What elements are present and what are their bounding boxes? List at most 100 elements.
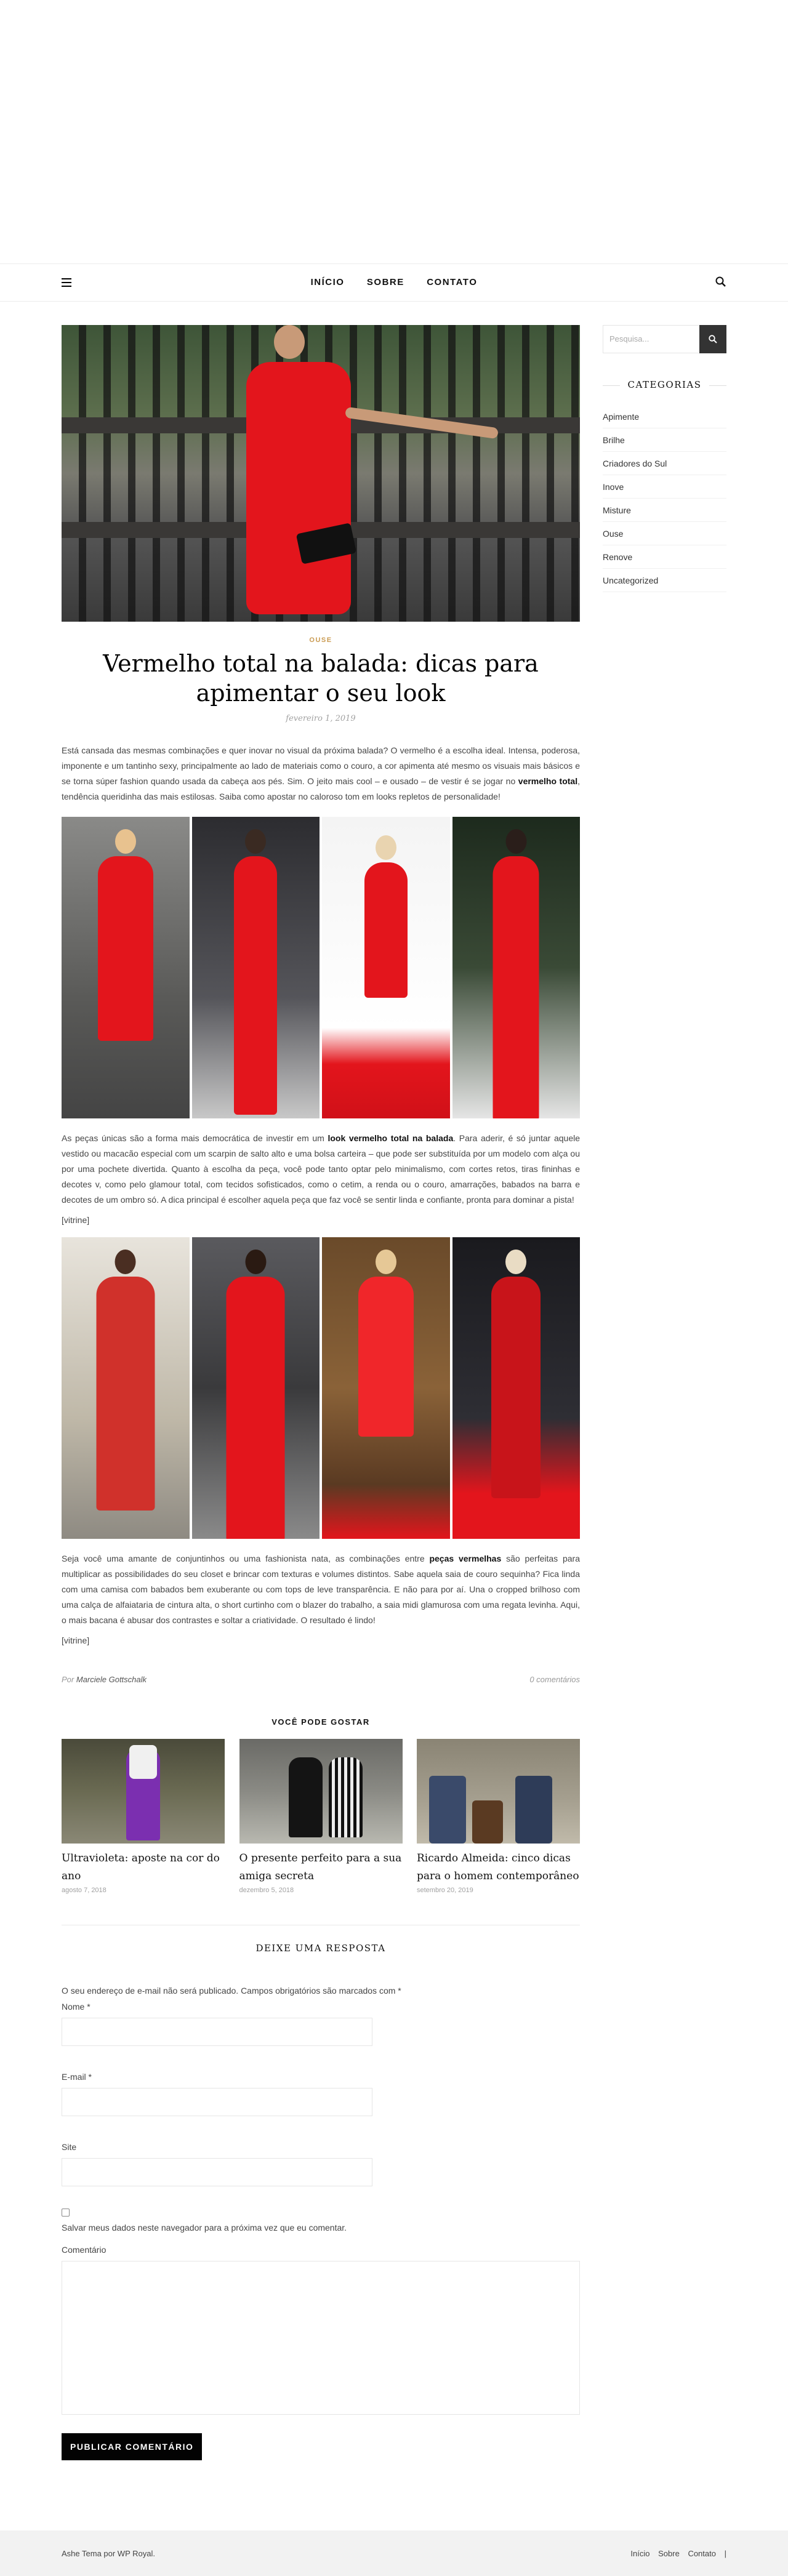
model-figure [358, 1250, 414, 1437]
name-input[interactable] [62, 2018, 372, 2046]
post-article: OUSE Vermelho total na balada: dicas par… [62, 325, 580, 2460]
white-top [129, 1745, 157, 1779]
site-field-group: Site [62, 2142, 580, 2186]
model-figure [234, 829, 278, 1115]
categories-heading: CATEGORIAS [603, 379, 726, 390]
related-post-date: dezembro 5, 2018 [239, 1887, 294, 1894]
related-thumbnail[interactable] [239, 1739, 403, 1844]
comment-textarea[interactable] [62, 2261, 580, 2415]
nav-sobre[interactable]: SOBRE [367, 264, 404, 301]
post-paragraph-1: Está cansada das mesmas combinações e qu… [62, 745, 580, 801]
model-figure [491, 1250, 541, 1498]
collage-photo [191, 1237, 320, 1539]
comments-count-link[interactable]: 0 comentários [529, 1675, 580, 1684]
collage-photo [452, 1237, 580, 1539]
post-meta: Por Marciele Gottschalk 0 comentários [62, 1675, 580, 1684]
related-post-3[interactable]: Ricardo Almeida: cinco dicas para o home… [417, 1739, 580, 1894]
red-dress [246, 362, 351, 614]
related-thumbnail[interactable] [62, 1739, 225, 1844]
striped-outfit [328, 1757, 363, 1837]
comment-label: Comentário [62, 2245, 107, 2255]
submit-comment-button[interactable]: PUBLICAR COMENTÁRIO [62, 2433, 203, 2460]
featured-image[interactable] [62, 325, 580, 622]
vitrine-placeholder: [vitrine] [62, 1215, 90, 1225]
footer-separator: | [724, 2549, 726, 2558]
model-figure [364, 835, 408, 998]
collage-image-1[interactable] [62, 817, 580, 1118]
sidebar-search-input[interactable]: Pesquisa... [603, 325, 699, 353]
category-inove[interactable]: Inove [603, 475, 726, 499]
related-posts: Ultravioleta: aposte na cor do ano agost… [62, 1739, 580, 1894]
category-brilhe[interactable]: Brilhe [603, 428, 726, 452]
category-criadores-do-sul[interactable]: Criadores do Sul [603, 452, 726, 475]
footer-links: Início Sobre Contato | [624, 2549, 726, 2558]
save-info-label: Salvar meus dados neste navegador para a… [62, 2223, 347, 2233]
sidebar-search: Pesquisa... [603, 325, 726, 353]
collage-photo [62, 1237, 190, 1539]
collage-photo [62, 817, 190, 1118]
category-uncategorized[interactable]: Uncategorized [603, 569, 726, 592]
post-title: Vermelho total na balada: dicas para api… [103, 650, 539, 707]
category-misture[interactable]: Misture [603, 499, 726, 522]
category-renove[interactable]: Renove [603, 545, 726, 569]
search-icon[interactable] [715, 276, 726, 287]
model-figure [96, 1250, 155, 1511]
email-label: E-mail * [62, 2072, 92, 2082]
nav-inicio[interactable]: INÍCIO [311, 264, 345, 301]
main-menu: INÍCIO SOBRE CONTATO [0, 264, 788, 301]
category-apimente[interactable]: Apimente [603, 405, 726, 428]
related-post-title[interactable]: Ricardo Almeida: cinco dicas para o home… [417, 1850, 580, 1885]
top-navbar: INÍCIO SOBRE CONTATO [0, 263, 788, 302]
sidebar-search-button[interactable] [699, 325, 726, 353]
email-field-group: E-mail * [62, 2072, 580, 2116]
collage-photo [322, 1237, 450, 1539]
vitrine-placeholder: [vitrine] [62, 1635, 90, 1645]
category-ouse[interactable]: Ouse [603, 522, 726, 545]
denim-legs [515, 1776, 552, 1844]
model-figure [226, 1250, 285, 1539]
name-label: Nome * [62, 2002, 90, 2012]
site-input[interactable] [62, 2158, 372, 2186]
nav-contato[interactable]: CONTATO [427, 264, 477, 301]
related-post-title[interactable]: Ultravioleta: aposte na cor do ano [62, 1850, 225, 1885]
search-icon [709, 335, 717, 343]
related-post-date: setembro 20, 2019 [417, 1887, 473, 1894]
post-date: fevereiro 1, 2019 [286, 714, 356, 723]
post-author-link[interactable]: Marciele Gottschalk [76, 1675, 147, 1684]
related-heading: VOCÊ PODE GOSTAR [271, 1717, 370, 1727]
save-info-checkbox[interactable] [62, 2209, 70, 2217]
reply-heading: DEIXE UMA RESPOSTA [255, 1943, 386, 1954]
post-author-line: Por Marciele Gottschalk [62, 1675, 147, 1684]
model-figure [97, 829, 153, 1041]
footer-link-contato[interactable]: Contato [688, 2549, 716, 2558]
email-input[interactable] [62, 2088, 372, 2116]
related-post-date: agosto 7, 2018 [62, 1887, 107, 1894]
leather-shoes [472, 1800, 503, 1844]
model-head [274, 325, 305, 359]
collage-image-2[interactable] [62, 1237, 580, 1539]
post-paragraph-3: Seja você uma amante de conjuntinhos ou … [62, 1554, 581, 1625]
site-label: Site [62, 2142, 77, 2152]
name-field-group: Nome * [62, 2002, 580, 2046]
footer-link-sobre[interactable]: Sobre [658, 2549, 680, 2558]
footer-link-inicio[interactable]: Início [630, 2549, 649, 2558]
sidebar: Pesquisa... CATEGORIAS Apimente Brilhe C… [603, 325, 726, 592]
related-thumbnail[interactable] [417, 1739, 580, 1844]
collage-photo [191, 817, 320, 1118]
author-prefix: Por [62, 1675, 74, 1684]
comment-field-group: Comentário [62, 2245, 580, 2415]
denim-legs [429, 1776, 466, 1844]
black-jacket [288, 1757, 323, 1837]
model-figure [492, 829, 539, 1118]
categories-list: Apimente Brilhe Criadores do Sul Inove M… [603, 405, 726, 592]
collage-photo [322, 817, 450, 1118]
site-footer: Ashe Tema por WP Royal. Início Sobre Con… [0, 2530, 788, 2576]
post-category[interactable]: OUSE [62, 636, 580, 644]
post-paragraph-2: As peças únicas são a forma mais democrá… [62, 1133, 580, 1205]
related-post-1[interactable]: Ultravioleta: aposte na cor do ano agost… [62, 1739, 225, 1894]
related-post-title[interactable]: O presente perfeito para a sua amiga sec… [239, 1850, 403, 1885]
collage-photo [452, 817, 580, 1118]
footer-credit: Ashe Tema por WP Royal. [62, 2549, 155, 2558]
related-post-2[interactable]: O presente perfeito para a sua amiga sec… [239, 1739, 403, 1894]
comment-notes: O seu endereço de e-mail não será public… [62, 1986, 401, 1996]
